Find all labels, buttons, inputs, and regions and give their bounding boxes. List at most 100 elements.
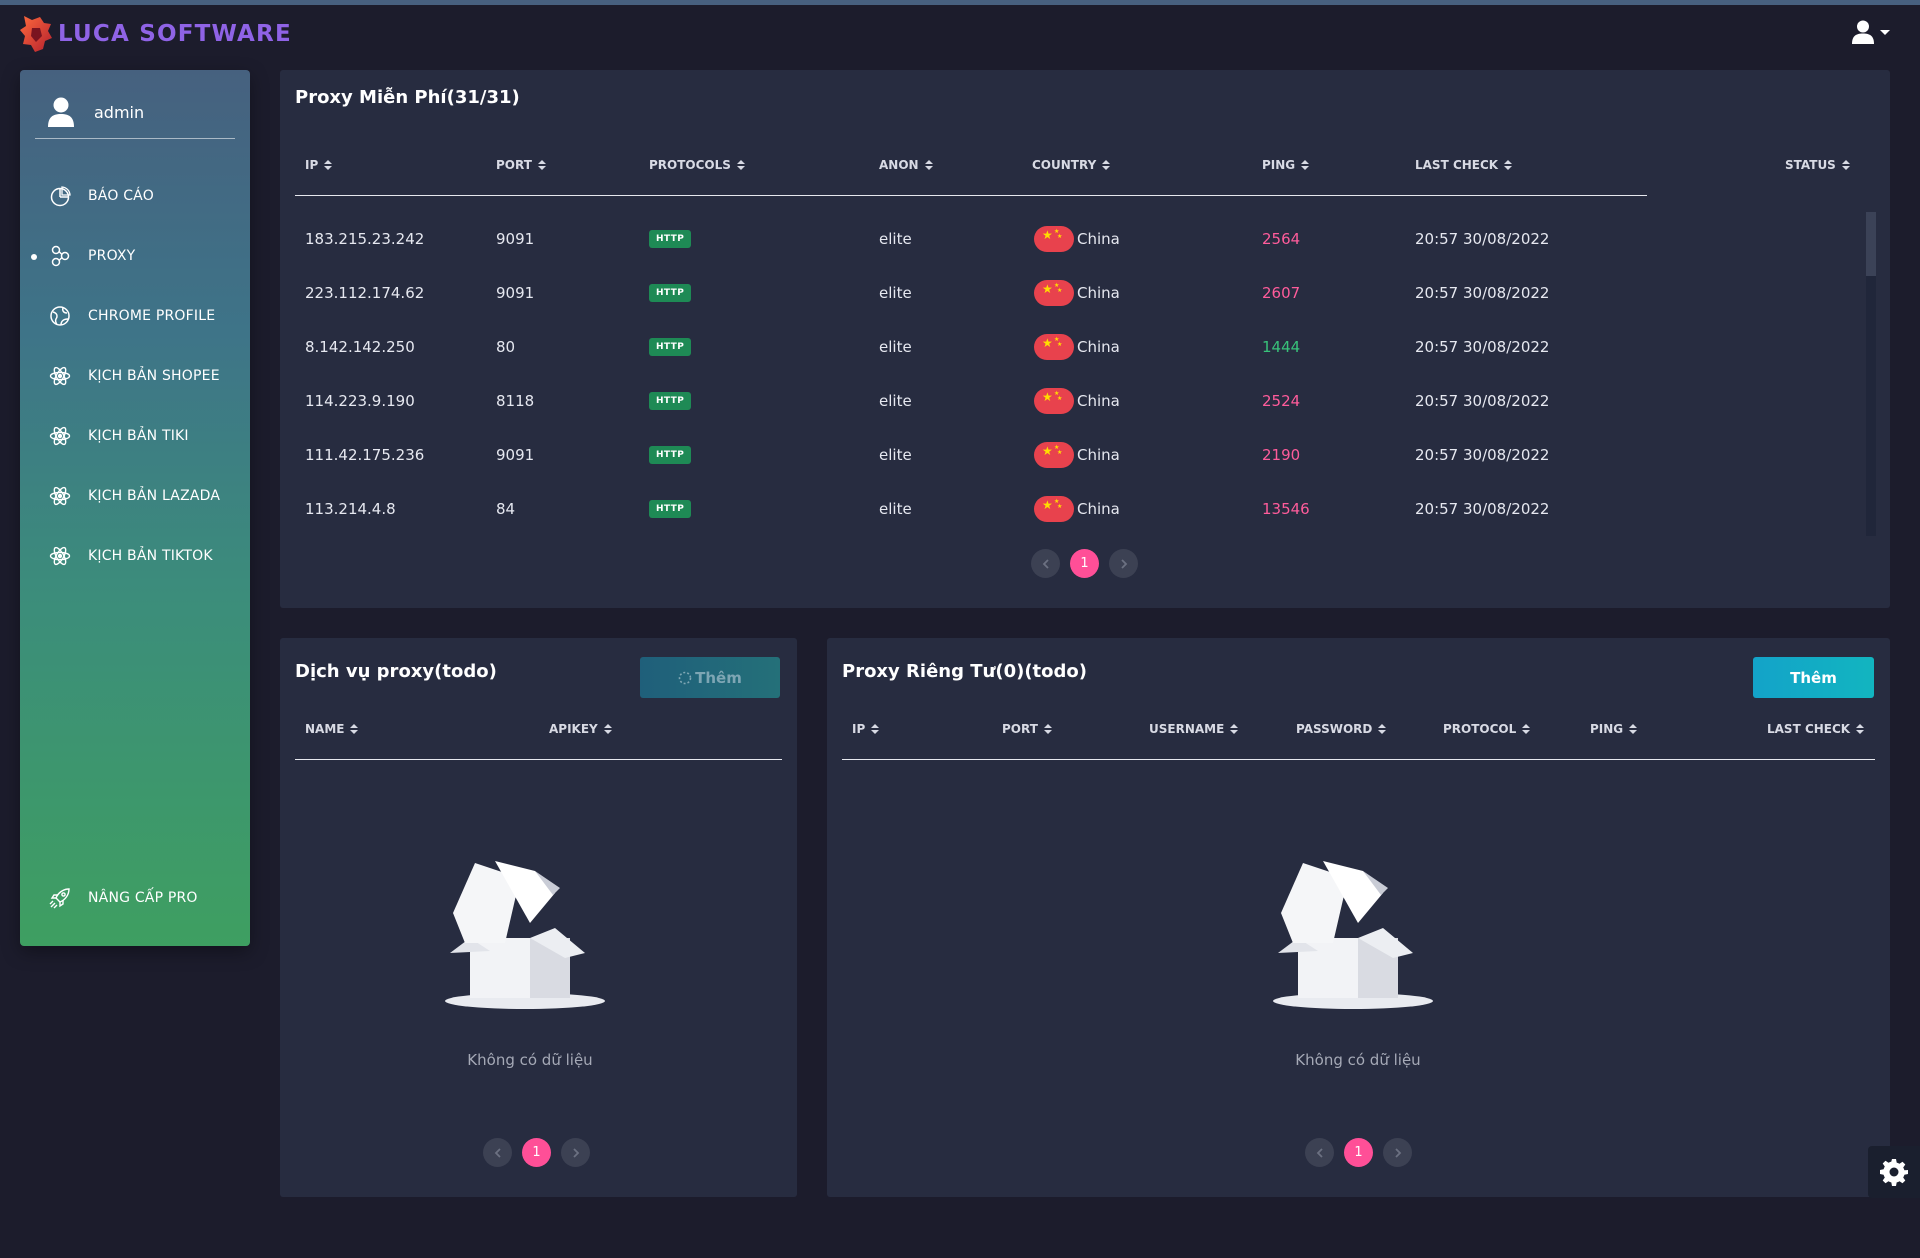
sidebar-item-chrome-profile[interactable]: CHROME PROFILE	[20, 286, 250, 346]
sort-icon	[350, 724, 359, 734]
sort-icon	[1043, 724, 1052, 734]
protocol-badge: HTTP	[649, 392, 692, 410]
column-header-port[interactable]: PORT	[1002, 722, 1052, 736]
column-header-label: IP	[852, 722, 866, 736]
next-page-button[interactable]	[1109, 549, 1138, 578]
user-menu-button[interactable]	[1852, 20, 1890, 44]
cell-country: ★ ★ ★ China	[1034, 428, 1120, 482]
sidebar-item-proxy[interactable]: PROXY	[20, 226, 250, 286]
china-flag-icon: ★ ★ ★	[1034, 496, 1074, 522]
sidebar-item-kich-ban-tiktok[interactable]: KỊCH BẢN TIKTOK	[20, 526, 250, 586]
column-header-ping[interactable]: PING	[1262, 158, 1310, 172]
sidebar-nav: BÁO CÁO PROXY CHROME PROFILE KỊCH BẢN SH…	[20, 166, 250, 586]
free-proxy-title: Proxy Miễn Phí(31/31)	[295, 87, 520, 108]
top-accent-bar	[0, 0, 1920, 5]
column-header-label: IP	[305, 158, 319, 172]
china-flag-icon: ★ ★ ★	[1034, 334, 1074, 360]
sidebar-item-kich-ban-tiki[interactable]: KỊCH BẢN TIKI	[20, 406, 250, 466]
sort-icon	[1301, 160, 1310, 170]
sidebar-item-label: NÂNG CẤP PRO	[88, 890, 198, 906]
china-flag-icon: ★ ★ ★	[1034, 442, 1074, 468]
add-private-proxy-button[interactable]: Thêm	[1753, 657, 1874, 698]
column-header-label: NAME	[305, 722, 345, 736]
cell-anon: elite	[879, 338, 912, 356]
chevron-right-icon	[1394, 1147, 1401, 1158]
next-page-button[interactable]	[1383, 1138, 1412, 1167]
table-row[interactable]: 8.142.142.250 80 HTTP elite ★ ★ ★ China 144…	[280, 320, 1860, 374]
country-name: China	[1077, 500, 1120, 518]
sidebar-user[interactable]: admin	[20, 70, 250, 137]
column-header-protocols[interactable]: PROTOCOLS	[649, 158, 745, 172]
cell-ping: 13546	[1262, 500, 1310, 518]
empty-state-text: Không có dữ liệu	[467, 1051, 593, 1069]
column-header-last-check[interactable]: LAST CHECK	[1415, 158, 1513, 172]
column-header-protocol[interactable]: PROTOCOL	[1443, 722, 1531, 736]
china-flag-icon: ★ ★ ★	[1034, 226, 1074, 252]
gear-icon	[1880, 1159, 1908, 1186]
cell-country: ★ ★ ★ China	[1034, 320, 1120, 374]
chevron-down-icon	[1880, 29, 1890, 35]
chevron-left-icon	[494, 1147, 501, 1158]
column-header-label: PROTOCOLS	[649, 158, 731, 172]
add-private-proxy-label: Thêm	[1790, 668, 1837, 687]
table-row[interactable]: 183.215.23.242 9091 HTTP elite ★ ★ ★ China …	[280, 212, 1860, 266]
column-header-port[interactable]: PORT	[496, 158, 546, 172]
app-logo[interactable]: LUCA SOFTWARE	[18, 14, 292, 54]
next-page-button[interactable]	[561, 1138, 590, 1167]
free-proxy-pagination: 1	[1031, 549, 1138, 578]
column-header-username[interactable]: USERNAME	[1149, 722, 1239, 736]
sidebar-item-label: KỊCH BẢN SHOPEE	[88, 368, 220, 384]
cell-country: ★ ★ ★ China	[1034, 374, 1120, 428]
column-header-anon[interactable]: ANON	[879, 158, 933, 172]
scrollbar-thumb[interactable]	[1866, 212, 1876, 276]
prev-page-button[interactable]	[1031, 549, 1060, 578]
sidebar-item-bao-cao[interactable]: BÁO CÁO	[20, 166, 250, 226]
proxy-icon	[48, 244, 72, 268]
table-header-divider	[295, 759, 782, 760]
column-header-ip[interactable]: IP	[305, 158, 333, 172]
column-header-password[interactable]: PASSWORD	[1296, 722, 1387, 736]
prev-page-button[interactable]	[483, 1138, 512, 1167]
country-name: China	[1077, 230, 1120, 248]
column-header-ping[interactable]: PING	[1590, 722, 1638, 736]
column-header-ip[interactable]: IP	[852, 722, 880, 736]
table-row[interactable]: 114.223.9.190 8118 HTTP elite ★ ★ ★ China 2…	[280, 374, 1860, 428]
empty-box-icon	[1273, 861, 1433, 1009]
sidebar-item-kich-ban-shopee[interactable]: KỊCH BẢN SHOPEE	[20, 346, 250, 406]
sidebar-item-upgrade-pro[interactable]: NÂNG CẤP PRO	[20, 868, 250, 928]
column-header-label: APIKEY	[549, 722, 598, 736]
sidebar-item-kich-ban-lazada[interactable]: KỊCH BẢN LAZADA	[20, 466, 250, 526]
settings-button[interactable]	[1868, 1146, 1920, 1198]
protocol-badge: HTTP	[649, 446, 692, 464]
column-header-last-check[interactable]: LAST CHECK	[1767, 722, 1865, 736]
page-1-button[interactable]: 1	[522, 1138, 551, 1167]
prev-page-button[interactable]	[1305, 1138, 1334, 1167]
cell-ping: 2564	[1262, 230, 1301, 248]
table-row[interactable]: 223.112.174.62 9091 HTTP elite ★ ★ ★ China …	[280, 266, 1860, 320]
column-header-label: PING	[1590, 722, 1624, 736]
page-1-button[interactable]: 1	[1070, 549, 1099, 578]
sidebar-item-label: KỊCH BẢN LAZADA	[88, 488, 221, 504]
sort-icon	[1629, 724, 1638, 734]
sort-icon	[736, 160, 745, 170]
protocol-badge: HTTP	[649, 230, 692, 248]
column-header-name[interactable]: NAME	[305, 722, 359, 736]
sort-icon	[1102, 160, 1111, 170]
cell-protocol: HTTP	[649, 482, 692, 536]
column-header-country[interactable]: COUNTRY	[1032, 158, 1111, 172]
add-service-button[interactable]: Thêm	[640, 657, 780, 698]
atom-icon	[48, 424, 72, 448]
chevron-left-icon	[1316, 1147, 1323, 1158]
page-1-button[interactable]: 1	[1344, 1138, 1373, 1167]
cell-protocol: HTTP	[649, 374, 692, 428]
column-header-apikey[interactable]: APIKEY	[549, 722, 612, 736]
proxy-service-title: Dịch vụ proxy(todo)	[295, 661, 497, 682]
active-indicator	[31, 254, 37, 260]
column-header-label: PROTOCOL	[1443, 722, 1517, 736]
table-scrollbar[interactable]	[1866, 212, 1876, 536]
table-row[interactable]: 111.42.175.236 9091 HTTP elite ★ ★ ★ China …	[280, 428, 1860, 482]
table-row[interactable]: 113.214.4.8 84 HTTP elite ★ ★ ★ China 13546…	[280, 482, 1860, 536]
brand-name: LUCA SOFTWARE	[58, 21, 292, 47]
column-header-status[interactable]: STATUS	[1785, 158, 1850, 172]
sort-icon	[603, 724, 612, 734]
